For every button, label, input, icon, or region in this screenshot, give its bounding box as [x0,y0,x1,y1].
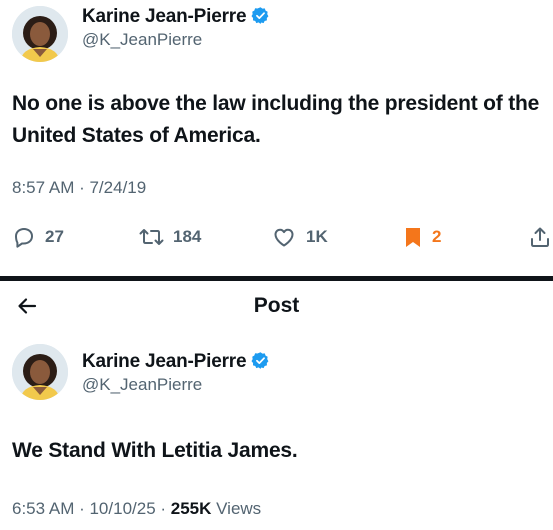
tweet-timestamp[interactable]: 6:53 AM · 10/10/25 · [12,499,171,518]
author-name-text: Karine Jean-Pierre [82,6,247,27]
bookmark-count: 2 [432,227,442,246]
author-handle[interactable]: @K_JeanPierre [82,375,202,395]
retweet-icon [138,225,164,249]
views-count: 255K [170,499,212,518]
verified-badge-icon [251,6,270,31]
avatar[interactable] [12,6,68,62]
views-label: Views [216,499,262,518]
bookmark-icon [403,225,423,249]
like-icon [271,225,297,249]
author-display-name[interactable]: Karine Jean-Pierre [82,351,270,376]
share-icon [528,225,552,249]
tweet-text: We Stand With Letitia James. [12,439,298,462]
tweet-action-bar: 27 184 1K 2 [0,222,553,252]
arrow-left-icon [15,294,39,323]
back-button[interactable] [12,293,42,323]
post-header: Post [0,281,553,333]
page-title: Post [253,294,300,317]
bookmark-button[interactable]: 2 [403,222,441,252]
tweet-post-view: Post Karine Jean-Pierre @K_JeanPierre We… [0,281,553,530]
avatar-image [12,6,68,62]
reply-count: 27 [45,227,64,246]
retweet-count: 184 [173,227,202,246]
tweet-meta: 6:53 AM · 10/10/25 · 255K Views [12,499,261,519]
avatar-image [12,344,68,400]
like-button[interactable]: 1K [271,222,328,252]
reply-button[interactable]: 27 [12,222,64,252]
tweet-text: No one is above the law including the pr… [12,92,540,147]
reply-icon [12,225,36,249]
author-display-name[interactable]: Karine Jean-Pierre [82,6,270,31]
tweet-timestamp[interactable]: 8:57 AM · 7/24/19 [12,178,146,198]
tweet-original: Karine Jean-Pierre @K_JeanPierre No one … [0,0,553,276]
like-count: 1K [306,227,328,246]
retweet-button[interactable]: 184 [138,222,201,252]
share-button[interactable] [528,222,552,252]
author-handle[interactable]: @K_JeanPierre [82,30,202,50]
avatar[interactable] [12,344,68,400]
verified-badge-icon [251,351,270,376]
author-name-text: Karine Jean-Pierre [82,351,247,372]
